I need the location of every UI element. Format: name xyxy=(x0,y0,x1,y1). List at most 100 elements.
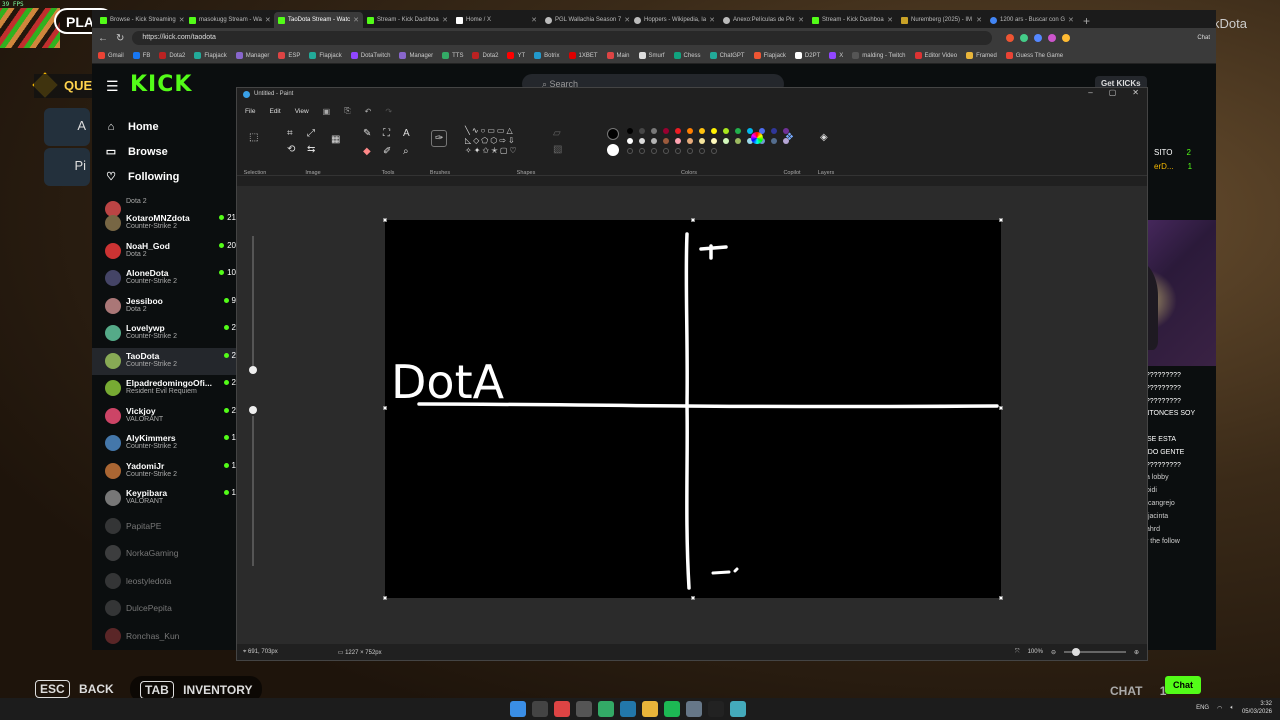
browser-tab[interactable]: Home / X ✕ xyxy=(452,12,541,28)
extension-icon[interactable] xyxy=(1006,34,1015,42)
app-icon[interactable] xyxy=(686,701,702,717)
brush-size-slider[interactable] xyxy=(249,226,257,586)
bookmark-item[interactable]: D2PT xyxy=(794,52,820,59)
share-icon[interactable]: ⎘ xyxy=(344,106,350,116)
resize-icon[interactable]: ⤢ xyxy=(307,128,315,139)
secondary-color-swatch[interactable] xyxy=(607,144,619,156)
group-copilot[interactable]: ❖ Copilot xyxy=(777,126,807,176)
bookmark-item[interactable]: Botrix xyxy=(534,52,560,59)
tab-close-icon[interactable]: ✕ xyxy=(976,16,982,24)
custom-color-slot[interactable] xyxy=(675,148,681,154)
address-bar[interactable]: https://kick.com/taodota xyxy=(132,31,993,45)
zoom-level[interactable]: 100% xyxy=(1028,649,1043,655)
fit-icon[interactable]: ⤧ xyxy=(1015,649,1020,656)
shapes-row-1[interactable]: ╲∿○▭▭△ xyxy=(465,126,515,135)
custom-color-slot[interactable] xyxy=(639,148,645,154)
slider-knob[interactable] xyxy=(249,366,257,374)
tab-close-icon[interactable]: ✕ xyxy=(887,16,893,24)
selection-icon[interactable]: ⬚ xyxy=(249,132,258,143)
group-tools[interactable]: ✎ ⛶ A ◆ ✐ ⌕ Tools xyxy=(359,126,417,176)
drawing-canvas[interactable]: DotA xyxy=(385,220,1001,598)
app-icon[interactable] xyxy=(598,701,614,717)
chat-send-button[interactable]: Chat xyxy=(1165,676,1201,694)
menu-edit[interactable]: Edit xyxy=(269,108,280,115)
custom-color-slot[interactable] xyxy=(651,148,657,154)
bookmark-item[interactable]: malding - Twitch xyxy=(852,52,906,59)
color-swatch[interactable] xyxy=(651,138,657,144)
followed-channel[interactable]: KotaroMNZdota Counter-Strike 2 21 xyxy=(92,210,236,238)
esc-back-hint[interactable]: ESC BACK xyxy=(35,680,114,698)
brush-icon[interactable]: ✑ xyxy=(431,130,448,147)
bookmark-item[interactable]: Flapjack xyxy=(753,52,786,59)
followed-channel[interactable]: TaoDota Counter-Strike 2 2 xyxy=(92,347,236,375)
bookmark-item[interactable]: ESP xyxy=(278,52,300,59)
custom-color-slot[interactable] xyxy=(627,148,633,154)
group-layers[interactable]: ◈ Layers xyxy=(811,126,841,176)
right-list-item[interactable]: erD... 1 xyxy=(1154,160,1192,174)
color-swatch[interactable] xyxy=(639,128,645,134)
browser-tab[interactable]: Nuremberg (2025) - IM ✕ xyxy=(897,12,986,28)
menu-view[interactable]: View xyxy=(295,108,309,115)
resize-handle[interactable] xyxy=(999,218,1003,222)
color-swatch[interactable] xyxy=(663,128,669,134)
resize-handle[interactable] xyxy=(383,218,387,222)
text-icon[interactable]: A xyxy=(403,128,410,139)
redo-icon[interactable]: ↷ xyxy=(385,107,392,116)
bookmark-item[interactable]: Flapjack xyxy=(309,52,342,59)
custom-color-slot[interactable] xyxy=(687,148,693,154)
wifi-icon[interactable]: ◠ xyxy=(1217,705,1222,712)
close-icon[interactable]: ✕ xyxy=(1132,88,1139,97)
nav-following[interactable]: ♡ Following xyxy=(92,164,242,189)
followed-channel[interactable]: Dota 2 xyxy=(92,196,236,217)
followed-channel[interactable]: leostyledota xyxy=(92,568,236,596)
color-swatch[interactable] xyxy=(699,138,705,144)
bookmark-item[interactable]: Dota2 xyxy=(472,52,498,59)
menu-icon[interactable]: ☰ xyxy=(106,78,119,95)
color-swatch[interactable] xyxy=(663,138,669,144)
followed-channel[interactable]: NoaH_God Dota 2 20 xyxy=(92,238,236,266)
eraser-icon[interactable]: ◆ xyxy=(363,146,371,157)
color-swatch[interactable] xyxy=(711,138,717,144)
browser-tab[interactable]: Hoppers - Wikipedia, la ✕ xyxy=(630,12,719,28)
bookmark-item[interactable]: Manager xyxy=(235,52,269,59)
volume-icon[interactable]: 🔈︎ xyxy=(1230,705,1234,712)
tab-close-icon[interactable]: ✕ xyxy=(531,16,537,24)
bookmark-item[interactable]: Gmail xyxy=(98,52,124,59)
tab-close-icon[interactable]: ✕ xyxy=(265,16,271,24)
app-icon[interactable] xyxy=(708,701,724,717)
app-icon[interactable] xyxy=(554,701,570,717)
zoom-slider[interactable] xyxy=(1063,648,1126,656)
hero-portrait-2[interactable]: Pi xyxy=(44,148,90,186)
reload-icon[interactable]: ↻ xyxy=(116,33,124,44)
hero-portrait-1[interactable]: A xyxy=(44,108,90,146)
resize-handle[interactable] xyxy=(691,596,695,600)
color-swatch[interactable] xyxy=(675,138,681,144)
color-swatch[interactable] xyxy=(699,128,705,134)
fill-icon[interactable]: ⛶ xyxy=(383,128,390,139)
color-swatch[interactable] xyxy=(711,128,717,134)
group-brushes[interactable]: ✑ Brushes xyxy=(425,126,455,176)
copilot-icon[interactable]: ❖ xyxy=(785,132,794,143)
followed-channel[interactable]: DulcePepita xyxy=(92,595,236,623)
color-swatch[interactable] xyxy=(627,138,633,144)
bookmark-item[interactable]: Manager xyxy=(399,52,433,59)
followed-channel[interactable]: Jessiboo Dota 2 9 xyxy=(92,293,236,321)
followed-channel[interactable]: Ronchas_Kun xyxy=(92,623,236,651)
new-tab-icon[interactable]: + xyxy=(1075,14,1098,28)
followed-channel[interactable]: Keypibara VALORANT 1 xyxy=(92,485,236,513)
group-image[interactable]: ⌗ ⤢ ⟲ ⇆ ▦ Image xyxy=(279,126,347,176)
bookmark-item[interactable]: Guess The Game xyxy=(1005,52,1063,59)
color-swatch[interactable] xyxy=(651,128,657,134)
custom-color-slot[interactable] xyxy=(663,148,669,154)
nav-browse[interactable]: ▭ Browse xyxy=(92,139,242,164)
paint-taskbar-icon[interactable] xyxy=(730,701,746,717)
followed-channel[interactable]: YadomiJr Counter-Strike 2 1 xyxy=(92,458,236,486)
extension-icon[interactable] xyxy=(1062,34,1071,42)
shape-outline-icon[interactable]: ▱ xyxy=(553,128,561,139)
color-picker-icon[interactable]: ✐ xyxy=(383,146,391,157)
bookmark-item[interactable]: Smurf xyxy=(638,52,665,59)
bookmark-item[interactable]: ChatGPT xyxy=(709,52,745,59)
color-swatch[interactable] xyxy=(687,138,693,144)
extension-icon[interactable] xyxy=(1048,34,1057,42)
browser-tab[interactable]: 1200 ars - Buscar con G ✕ xyxy=(986,12,1075,28)
